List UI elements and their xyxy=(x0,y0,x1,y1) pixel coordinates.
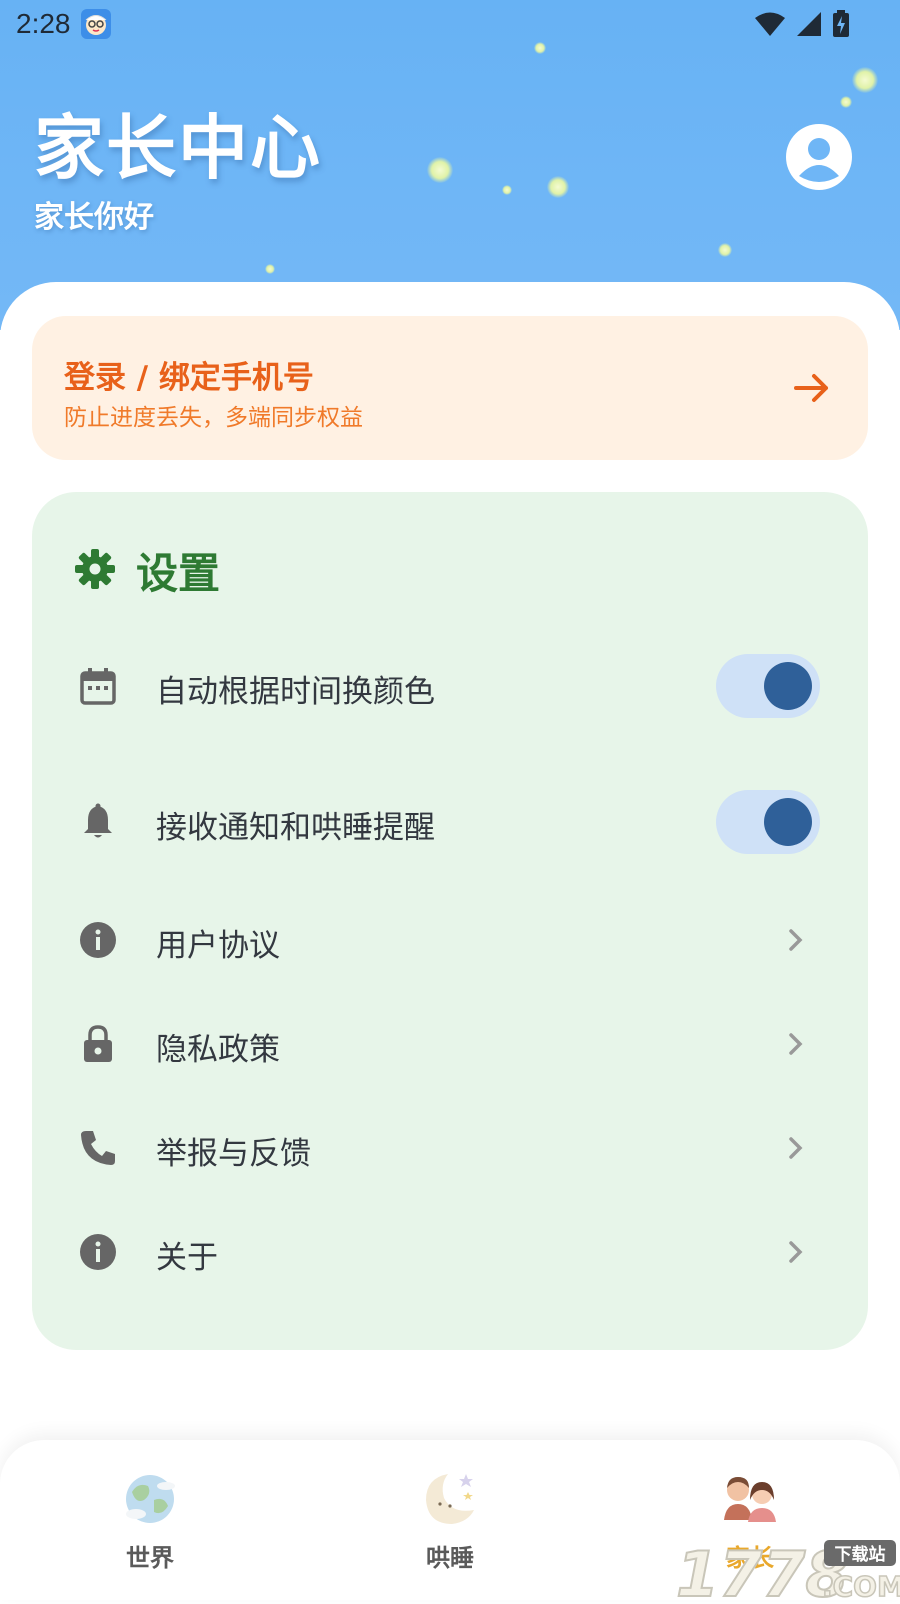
bell-icon xyxy=(78,802,118,842)
setting-label: 举报与反馈 xyxy=(156,1136,311,1172)
app-notification-icon xyxy=(81,9,111,39)
status-bar: 2:28 xyxy=(0,0,900,50)
phone-icon xyxy=(78,1128,118,1168)
header: 2:28 家长中心 家长你好 xyxy=(0,0,900,330)
sparkle-decoration xyxy=(718,243,732,257)
nav-label: 世界 xyxy=(126,1544,174,1572)
setting-label: 接收通知和哄睡提醒 xyxy=(156,810,435,846)
wifi-icon xyxy=(754,11,786,41)
setting-label: 关于 xyxy=(156,1240,218,1276)
setting-label: 用户协议 xyxy=(156,928,280,964)
sparkle-decoration xyxy=(852,67,878,93)
cellular-signal-icon xyxy=(796,11,822,41)
setting-row-user-agreement[interactable]: 用户协议 xyxy=(32,894,868,984)
setting-label: 隐私政策 xyxy=(156,1032,280,1068)
settings-header: 设置 xyxy=(74,540,220,601)
sparkle-decoration xyxy=(840,96,852,108)
site-watermark: 1778 下载站 .COM xyxy=(675,1536,900,1604)
moon-icon xyxy=(418,1470,482,1528)
setting-row-privacy-policy[interactable]: 隐私政策 xyxy=(32,998,868,1088)
setting-label: 自动根据时间换颜色 xyxy=(156,674,435,710)
info-icon xyxy=(78,1232,118,1272)
chevron-right-icon xyxy=(782,926,808,954)
setting-row-notifications[interactable]: 接收通知和哄睡提醒 xyxy=(32,776,868,866)
gear-icon xyxy=(74,548,116,594)
chevron-right-icon xyxy=(782,1030,808,1058)
notifications-toggle[interactable] xyxy=(716,790,820,854)
nav-item-sleep[interactable]: 哄睡 xyxy=(300,1440,600,1600)
account-circle-icon[interactable] xyxy=(786,124,852,190)
sparkle-decoration xyxy=(265,264,275,274)
globe-icon xyxy=(118,1470,182,1528)
svg-text:.COM: .COM xyxy=(822,1570,900,1600)
calendar-icon xyxy=(78,666,118,706)
sparkle-decoration xyxy=(427,157,453,183)
login-card-subtitle: 防止进度丢失，多端同步权益 xyxy=(64,405,363,431)
sparkle-decoration xyxy=(547,176,569,198)
settings-title: 设置 xyxy=(136,549,221,598)
chevron-right-icon xyxy=(782,1134,808,1162)
parents-icon xyxy=(718,1470,782,1528)
sparkle-decoration xyxy=(502,185,512,195)
svg-text:下载站: 下载站 xyxy=(835,1544,886,1565)
status-time: 2:28 xyxy=(16,8,71,39)
nav-label: 哄睡 xyxy=(426,1544,474,1572)
setting-row-about[interactable]: 关于 xyxy=(32,1206,868,1296)
chevron-right-icon xyxy=(782,1238,808,1266)
setting-row-auto-color[interactable]: 自动根据时间换颜色 xyxy=(32,640,868,730)
setting-row-report-feedback[interactable]: 举报与反馈 xyxy=(32,1102,868,1192)
nav-item-world[interactable]: 世界 xyxy=(0,1440,300,1600)
arrow-right-icon[interactable] xyxy=(792,368,832,408)
toggle-knob xyxy=(764,662,812,710)
battery-charging-icon xyxy=(832,10,850,42)
settings-card: 设置 自动根据时间换颜色 接收通知和哄睡提醒 用户协议 隐私政策 举报与反馈 关… xyxy=(32,492,868,1350)
lock-icon xyxy=(78,1024,118,1064)
info-icon xyxy=(78,920,118,960)
login-bind-phone-card[interactable]: 登录 / 绑定手机号 防止进度丢失，多端同步权益 xyxy=(32,316,868,460)
page-subtitle: 家长你好 xyxy=(34,200,154,235)
login-card-title: 登录 / 绑定手机号 xyxy=(64,360,314,396)
page-title: 家长中心 xyxy=(34,107,322,189)
auto-color-toggle[interactable] xyxy=(716,654,820,718)
toggle-knob xyxy=(764,798,812,846)
